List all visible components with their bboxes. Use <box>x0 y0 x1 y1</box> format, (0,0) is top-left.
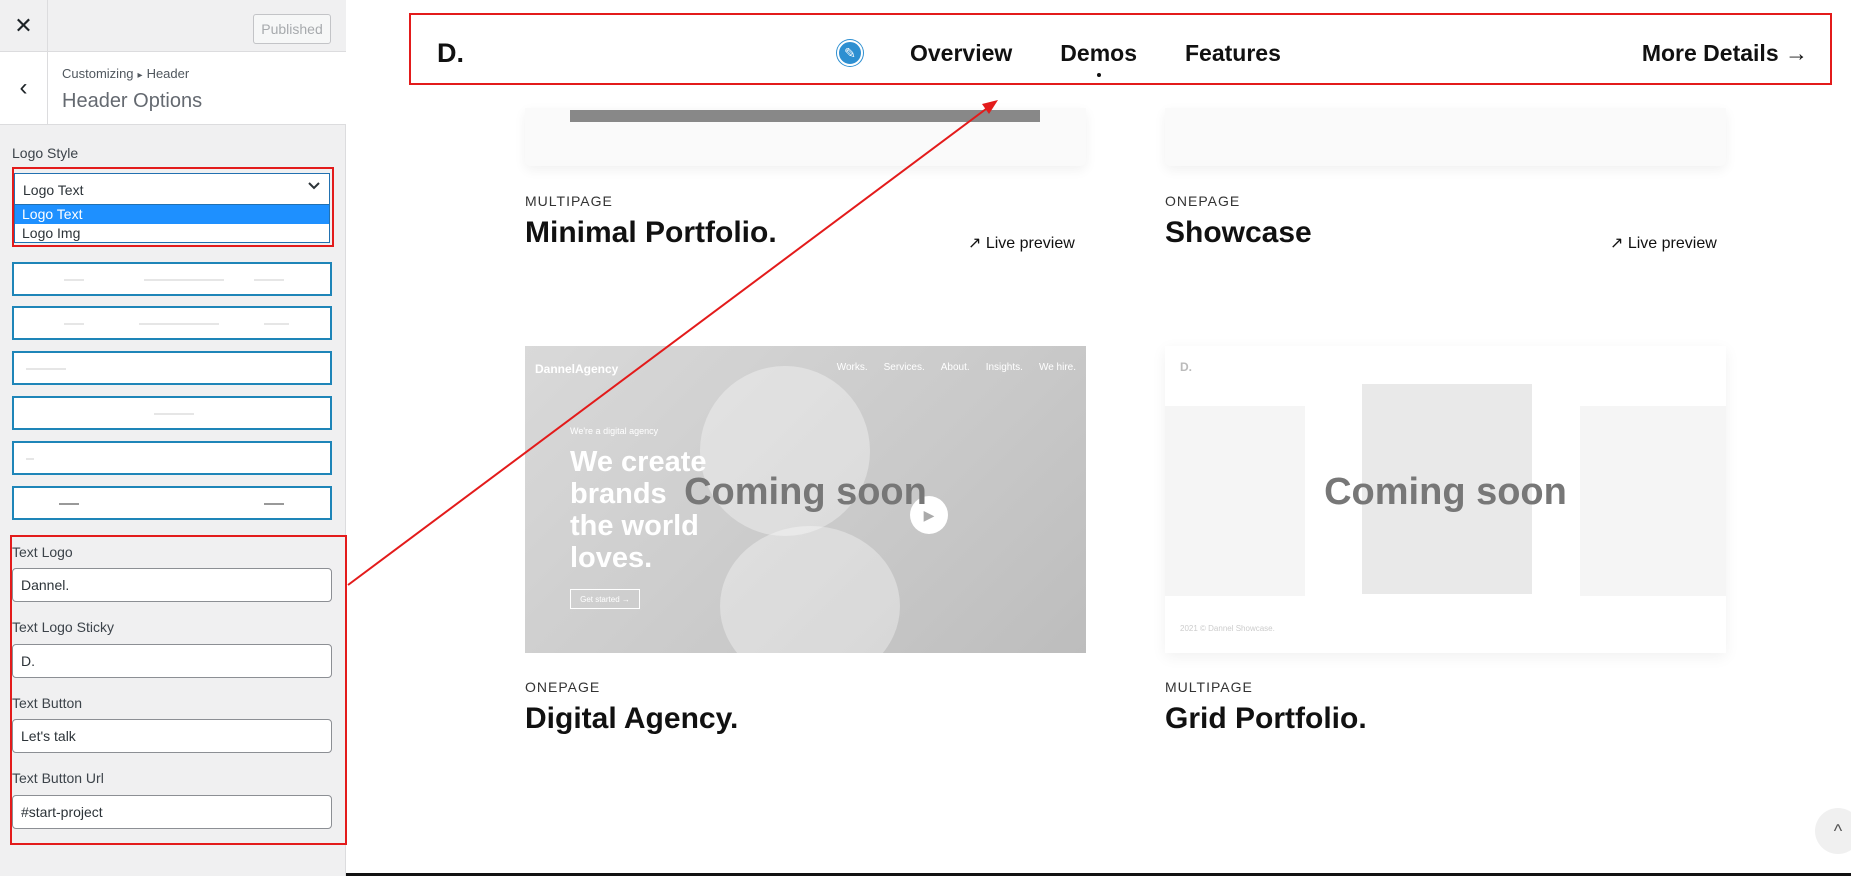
site-header: D. ✎ Overview Demos Features More Detail… <box>410 18 1830 80</box>
header-style-option-4[interactable] <box>12 396 332 430</box>
logo-style-option-img[interactable]: Logo Img <box>15 224 329 243</box>
breadcrumb: Customizing ▸ Header <box>62 66 189 81</box>
text-button-input[interactable]: Let's talk <box>12 719 332 753</box>
text-logo-label: Text Logo <box>12 544 73 560</box>
agency-nav-item: Insights. <box>985 362 1023 373</box>
header-style-option-6[interactable] <box>12 486 332 520</box>
coming-soon-label: Coming soon <box>1324 471 1567 513</box>
breadcrumb-root: Customizing <box>62 66 134 81</box>
agency-subtitle: We're a digital agency <box>570 426 659 436</box>
agency-headline-line: the world <box>570 510 699 542</box>
close-icon: ✕ <box>14 13 33 38</box>
logo-style-dropdown: Logo Text Logo Img <box>14 205 330 243</box>
back-button[interactable]: ‹ <box>0 52 48 124</box>
site-logo[interactable]: D. <box>437 38 464 69</box>
nav-item-features[interactable]: Features <box>1185 40 1281 67</box>
publish-button[interactable]: Published <box>253 14 331 44</box>
more-details-link[interactable]: More Details → <box>1642 40 1808 67</box>
active-dot <box>1096 73 1101 77</box>
agency-logo: DannelAgency <box>535 362 619 376</box>
site-preview: MULTIPAGE Minimal Portfolio. ↗ Live prev… <box>346 0 1851 876</box>
card-category: ONEPAGE <box>525 679 601 695</box>
agency-nav: Works. Services. About. Insights. We hir… <box>837 362 1076 373</box>
lamp-shape <box>720 526 900 653</box>
live-preview-link[interactable]: ↗ Live preview <box>1610 233 1717 253</box>
logo-style-select[interactable]: Logo Text <box>14 173 330 205</box>
close-customizer-button[interactable]: ✕ <box>0 0 48 52</box>
nav-item-demos[interactable]: Demos <box>1060 40 1137 77</box>
chevron-left-icon: ‹ <box>19 74 28 101</box>
coming-soon-label: Coming soon <box>684 471 927 513</box>
header-style-option-1[interactable] <box>12 262 332 296</box>
live-preview-link[interactable]: ↗ Live preview <box>968 233 1075 253</box>
card-title[interactable]: Digital Agency. <box>525 702 738 736</box>
nav-item-demos-label: Demos <box>1060 40 1137 66</box>
agency-nav-item: Works. <box>836 362 868 373</box>
breadcrumb-separator: ▸ <box>137 70 143 81</box>
section-header: ‹ Customizing ▸ Header Header Options <box>0 52 346 125</box>
edit-pencil-icon[interactable]: ✎ <box>837 40 863 66</box>
header-style-option-3[interactable] <box>12 351 332 385</box>
text-logo-sticky-label: Text Logo Sticky <box>12 619 114 635</box>
agency-nav-item: Services. <box>883 362 925 373</box>
card-title[interactable]: Minimal Portfolio. <box>525 216 777 250</box>
agency-nav-item: We hire. <box>1038 362 1076 373</box>
digital-agency-thumbnail[interactable]: DannelAgency Works. Services. About. Ins… <box>525 346 1086 653</box>
agency-headline-line: loves. <box>570 542 653 574</box>
nav-item-overview[interactable]: Overview <box>910 40 1012 67</box>
grid-logo: D. <box>1180 360 1192 374</box>
logo-style-label: Logo Style <box>12 145 79 161</box>
showcase-thumbnail[interactable] <box>1165 108 1726 166</box>
grid-footer: 2021 © Dannel Showcase. <box>1180 624 1275 633</box>
customizer-sidebar: ✕ Published ‹ Customizing ▸ Header Header … <box>0 0 346 876</box>
card-category: ONEPAGE <box>1165 193 1241 209</box>
section-title: Header Options <box>62 90 203 112</box>
header-style-option-5[interactable] <box>12 441 332 475</box>
card-category: MULTIPAGE <box>525 193 613 209</box>
text-logo-sticky-input[interactable]: D. <box>12 644 332 678</box>
logo-style-selected-value: Logo Text <box>23 182 84 198</box>
customizer-topbar: ✕ Published <box>0 0 346 52</box>
card-category: MULTIPAGE <box>1165 679 1253 695</box>
breadcrumb-leaf: Header <box>146 66 190 81</box>
text-button-url-label: Text Button Url <box>12 770 104 786</box>
agency-nav-item: About. <box>940 362 970 373</box>
text-logo-input[interactable]: Dannel. <box>12 568 332 602</box>
logo-style-option-text[interactable]: Logo Text <box>15 205 329 224</box>
site-nav: Overview Demos Features <box>910 40 1281 77</box>
card-title[interactable]: Showcase <box>1165 216 1312 250</box>
header-style-option-2[interactable] <box>12 306 332 340</box>
card-title[interactable]: Grid Portfolio. <box>1165 702 1367 736</box>
chevron-up-icon: ^ <box>1833 820 1843 841</box>
agency-cta-button: Get started → <box>570 589 640 609</box>
minimal-portfolio-thumbnail[interactable] <box>525 108 1086 166</box>
grid-portfolio-thumbnail[interactable]: D. 2021 © Dannel Showcase. Coming soon <box>1165 346 1726 653</box>
chevron-down-icon <box>307 179 321 196</box>
text-button-url-input[interactable]: #start-project <box>12 795 332 829</box>
text-button-label: Text Button <box>12 695 83 711</box>
